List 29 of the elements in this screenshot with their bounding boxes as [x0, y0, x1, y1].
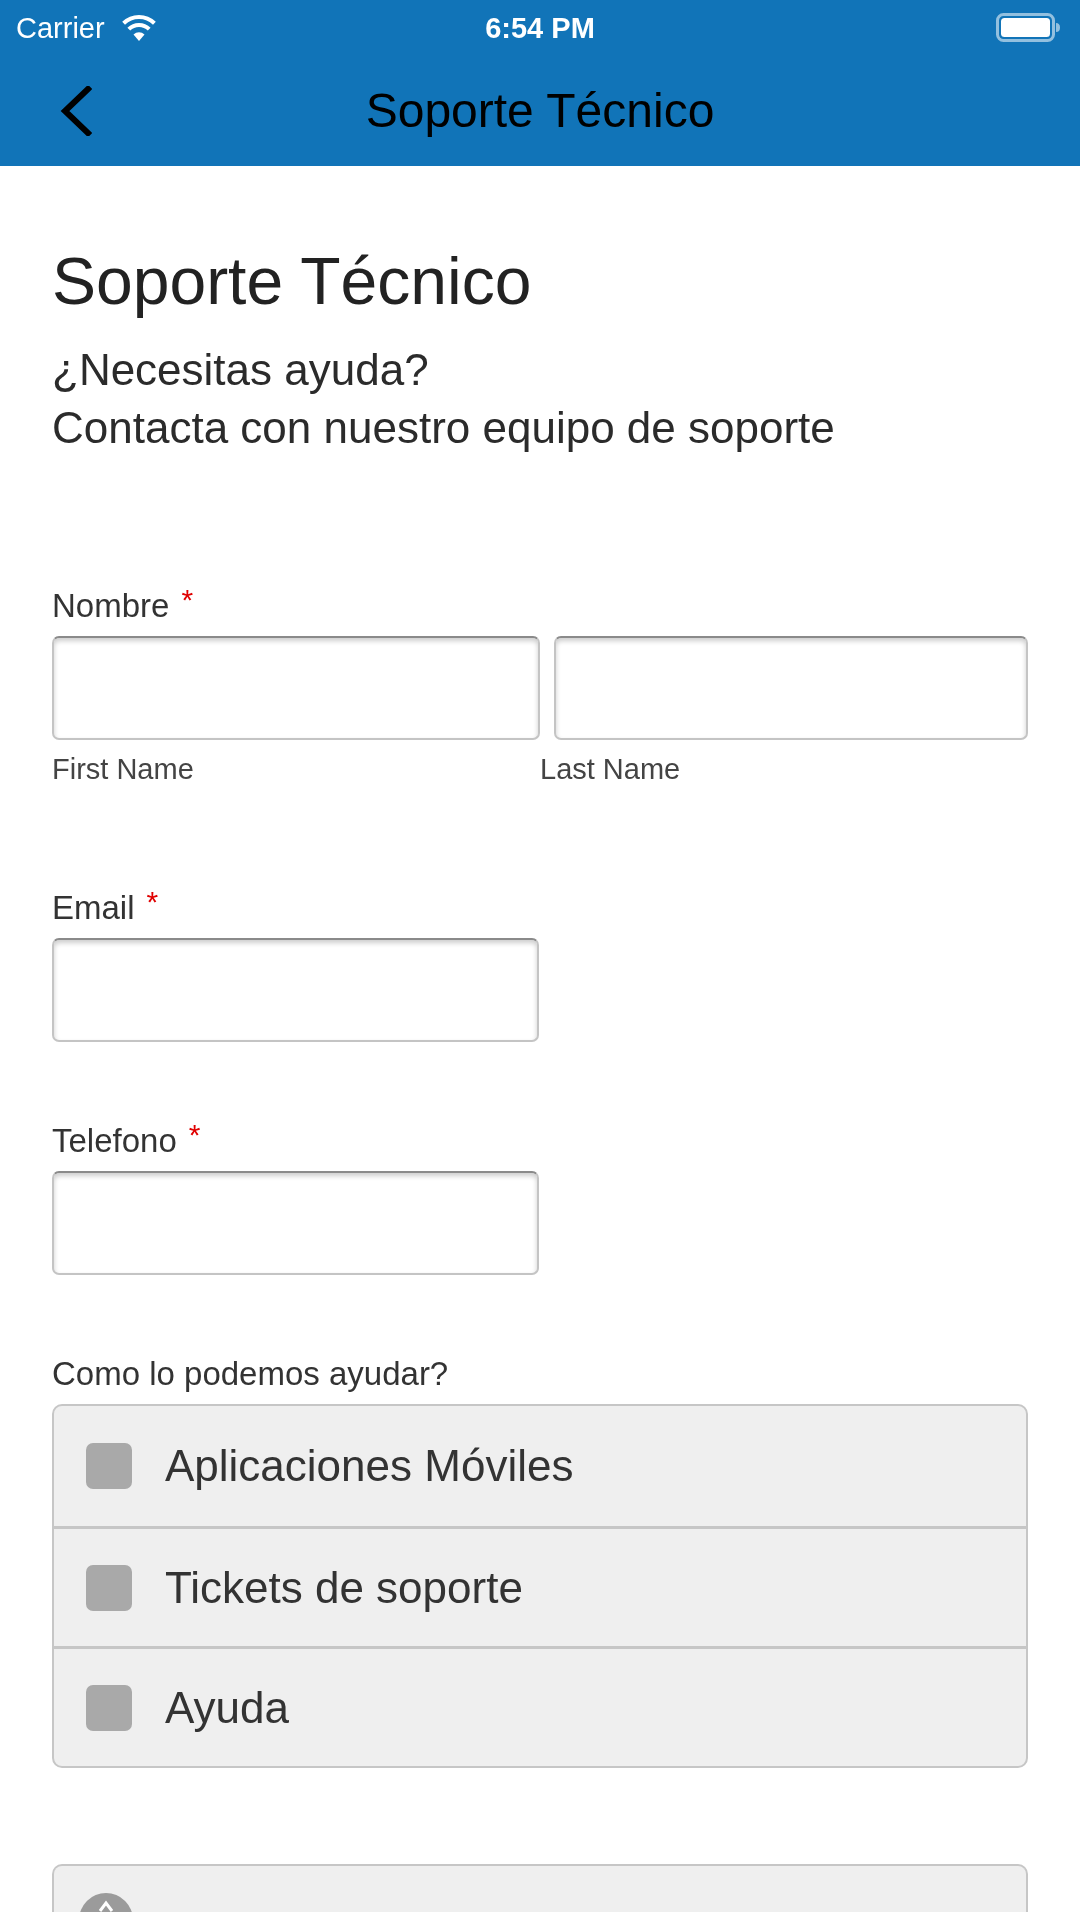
required-asterisk: * — [188, 1120, 201, 1150]
checkbox[interactable] — [86, 1564, 132, 1611]
subtitle-text: ¿Necesitas ayuda? — [52, 344, 430, 396]
submit-button[interactable] — [52, 1864, 1028, 1912]
wifi-icon — [120, 14, 157, 41]
option-label: Ayuda — [165, 1681, 289, 1734]
field-label: Nombre — [52, 586, 170, 626]
field-label: Telefono — [52, 1121, 177, 1161]
field-label: Como lo podemos ayudar? — [52, 1354, 449, 1394]
page-title: Soporte Técnico — [52, 243, 533, 320]
text-input-field[interactable] — [52, 636, 540, 740]
option-label: Tickets de soporte — [165, 1561, 523, 1614]
checkbox[interactable] — [86, 1684, 132, 1731]
required-asterisk: * — [181, 585, 194, 615]
carrier-text: Carrier — [16, 10, 105, 45]
time-text: 6:54 PM — [485, 10, 595, 45]
battery-icon — [996, 13, 1060, 42]
checkbox[interactable] — [86, 1443, 132, 1489]
text-input-field[interactable] — [52, 1171, 539, 1275]
field-label: Email — [52, 888, 135, 928]
back-chevron-icon — [60, 85, 92, 136]
field-caption: Last Name — [540, 753, 681, 785]
subtitle-text: Contacta con nuestro equipo de soporte — [52, 402, 836, 454]
nav-title: Soporte Técnico — [365, 82, 715, 139]
option-label: Aplicaciones Móviles — [165, 1440, 574, 1492]
text-input-field[interactable] — [52, 938, 539, 1042]
required-asterisk: * — [146, 887, 159, 917]
text-input-field[interactable] — [554, 636, 1028, 740]
field-caption: First Name — [52, 753, 194, 785]
